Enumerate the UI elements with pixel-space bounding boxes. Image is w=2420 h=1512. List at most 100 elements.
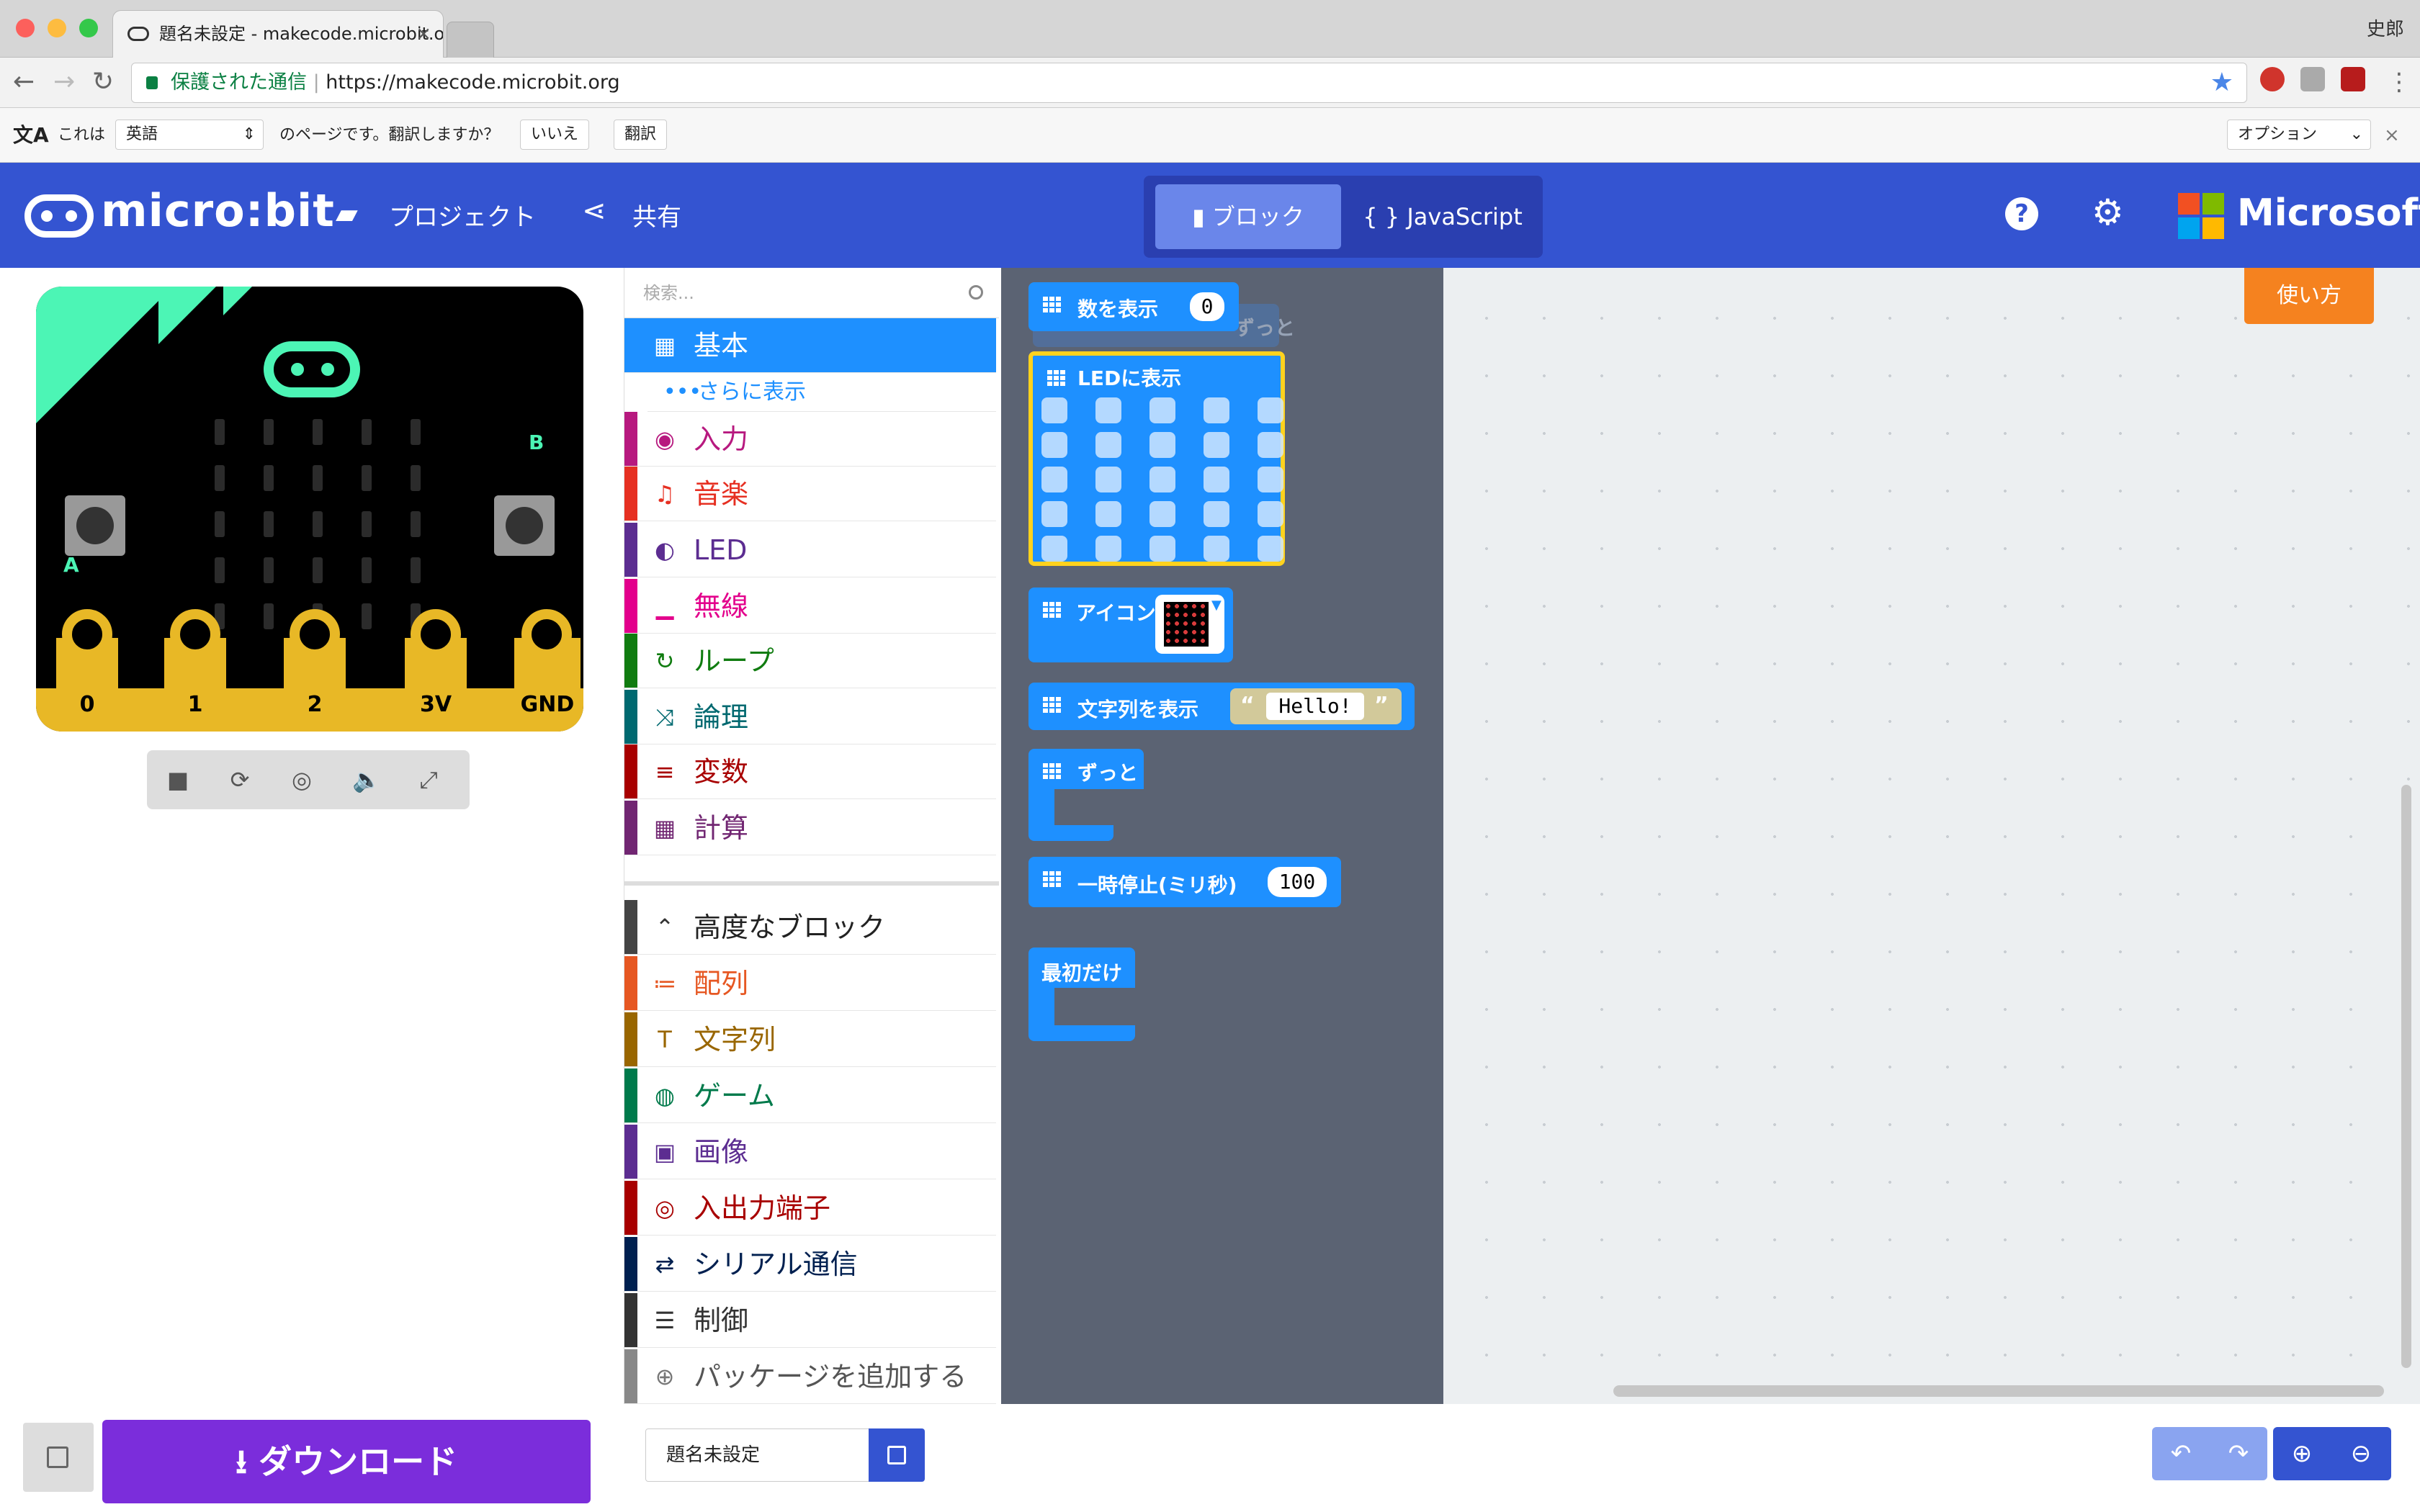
gear-icon[interactable]: ⚙: [2092, 192, 2124, 233]
browser-tab[interactable]: 題名未設定 - makecode.microbit.org ×: [112, 10, 444, 58]
stop-icon[interactable]: ■: [147, 750, 209, 809]
led-toggle-cell[interactable]: [1095, 467, 1121, 492]
category-item[interactable]: ♫ 音楽: [624, 467, 996, 521]
project-name-input[interactable]: 題名未設定: [645, 1428, 870, 1482]
led-toggle-cell[interactable]: [1204, 432, 1229, 458]
led-toggle-cell[interactable]: [1150, 501, 1175, 527]
share-button[interactable]: 共有: [632, 197, 681, 233]
led-toggle-cell[interactable]: [1258, 432, 1283, 458]
category-item[interactable]: ◍ ゲーム: [624, 1068, 996, 1123]
led-toggle-cell[interactable]: [1095, 501, 1121, 527]
pin-3v[interactable]: 3V: [405, 609, 467, 732]
show-number-value[interactable]: 0: [1190, 292, 1224, 321]
show-leds-block[interactable]: LEDに表示: [1028, 351, 1285, 566]
undo-icon[interactable]: ↶: [2152, 1427, 2210, 1480]
led-cell[interactable]: [215, 465, 225, 491]
led-cell[interactable]: [264, 603, 274, 629]
led-cell[interactable]: [313, 465, 323, 491]
led-toggle-cell[interactable]: [1150, 432, 1175, 458]
pin-1[interactable]: 1: [164, 609, 226, 732]
blocks-workspace[interactable]: [1443, 268, 2420, 1404]
vertical-scrollbar[interactable]: [2401, 785, 2411, 1368]
led-cell[interactable]: [362, 465, 372, 491]
led-cell[interactable]: [411, 465, 421, 491]
language-select[interactable]: 英語 ⇕: [115, 120, 264, 150]
on-start-block[interactable]: 最初だけ: [1028, 948, 1144, 1041]
browser-menu-icon[interactable]: ⋮: [2387, 62, 2411, 102]
led-cell[interactable]: [362, 557, 372, 583]
led-toggle-cell[interactable]: [1041, 536, 1067, 562]
led-cell[interactable]: [264, 511, 274, 537]
category-item[interactable]: ≡ 変数: [624, 744, 996, 799]
led-cell[interactable]: [411, 511, 421, 537]
category-item[interactable]: ☰ 制御: [624, 1293, 996, 1348]
show-string-block[interactable]: 文字列を表示 “ Hello! ”: [1028, 683, 1415, 730]
led-toggle-cell[interactable]: [1041, 432, 1067, 458]
led-cell[interactable]: [362, 511, 372, 537]
category-basic[interactable]: ▦ 基本: [624, 318, 996, 373]
extension-3-icon[interactable]: [2341, 67, 2365, 91]
maximize-window-button[interactable]: [79, 19, 98, 37]
led-cell[interactable]: [411, 419, 421, 445]
pause-block[interactable]: 一時停止(ミリ秒) 100: [1028, 857, 1341, 907]
led-toggle-cell[interactable]: [1204, 397, 1229, 423]
save-button[interactable]: [869, 1428, 925, 1482]
zoom-in-icon[interactable]: ⊕: [2273, 1427, 2331, 1480]
led-cell[interactable]: [215, 511, 225, 537]
microsoft-brand[interactable]: Microsoft: [2237, 192, 2420, 235]
led-toggle-cell[interactable]: [1041, 397, 1067, 423]
led-toggle-cell[interactable]: [1150, 467, 1175, 492]
advanced-blocks-toggle[interactable]: ⌃ 高度なブロック: [624, 900, 996, 955]
forward-arrow-icon[interactable]: →: [53, 62, 75, 102]
javascript-mode-button[interactable]: { } JavaScript: [1353, 184, 1533, 249]
new-tab-button[interactable]: [447, 22, 494, 58]
category-item[interactable]: ▣ 画像: [624, 1125, 996, 1179]
category-item[interactable]: T 文字列: [624, 1012, 996, 1067]
forever-block[interactable]: ずっと: [1028, 749, 1144, 841]
led-toggle-cell[interactable]: [1204, 536, 1229, 562]
button-b[interactable]: [494, 495, 555, 556]
led-toggle-cell[interactable]: [1258, 536, 1283, 562]
led-toggle-cell[interactable]: [1258, 501, 1283, 527]
led-toggle-cell[interactable]: [1041, 467, 1067, 492]
close-translate-icon[interactable]: ×: [2384, 108, 2400, 163]
zoom-out-icon[interactable]: ⊖: [2332, 1427, 2390, 1480]
led-toggle-cell[interactable]: [1150, 536, 1175, 562]
download-button[interactable]: ⭳ ダウンロード: [102, 1420, 591, 1503]
redo-icon[interactable]: ↷: [2210, 1427, 2267, 1480]
translate-button[interactable]: 翻訳: [614, 120, 668, 150]
pin-2[interactable]: 2: [284, 609, 346, 732]
category-item[interactable]: ▦ 計算: [624, 801, 996, 855]
pin-0[interactable]: 0: [56, 609, 118, 732]
toolbox-search-input[interactable]: 検索...: [624, 268, 999, 318]
category-item[interactable]: ⇄ シリアル通信: [624, 1237, 996, 1292]
led-cell[interactable]: [215, 557, 225, 583]
category-item[interactable]: ≔ 配列: [624, 956, 996, 1011]
brand-name[interactable]: micro:bit: [101, 184, 335, 237]
minimize-window-button[interactable]: [48, 19, 66, 37]
button-a[interactable]: [65, 495, 125, 556]
tutorial-help-button[interactable]: 使い方: [2244, 268, 2374, 324]
close-window-button[interactable]: [16, 19, 35, 37]
category-item[interactable]: ◉ 入力: [624, 412, 996, 467]
profile-name[interactable]: 史郎: [2367, 14, 2404, 41]
translate-no-button[interactable]: いいえ: [520, 120, 590, 150]
more-categories-button[interactable]: ••• さらに表示: [647, 373, 996, 412]
led-cell[interactable]: [264, 465, 274, 491]
hide-simulator-button[interactable]: [23, 1423, 94, 1492]
led-toggle-cell[interactable]: [1258, 397, 1283, 423]
category-item[interactable]: ▁ 無線: [624, 579, 996, 634]
fullscreen-icon[interactable]: ⤢: [398, 750, 460, 809]
category-item[interactable]: ◐ LED: [624, 523, 996, 577]
help-icon[interactable]: ?: [2005, 197, 2038, 230]
microbit-board[interactable]: A B 0 1 2 3V GND: [36, 287, 583, 732]
close-tab-icon[interactable]: ×: [416, 11, 431, 57]
show-number-block[interactable]: 数を表示 0: [1028, 282, 1239, 331]
led-cell[interactable]: [362, 603, 372, 629]
reload-icon[interactable]: ↻: [92, 62, 114, 102]
category-item[interactable]: ⤨ 論理: [624, 690, 996, 744]
slow-motion-icon[interactable]: ◎: [271, 750, 333, 809]
pause-value[interactable]: 100: [1268, 867, 1327, 897]
led-cell[interactable]: [215, 419, 225, 445]
url-bar[interactable]: 保護された通信 | https://makecode.microbit.org …: [131, 63, 2247, 103]
